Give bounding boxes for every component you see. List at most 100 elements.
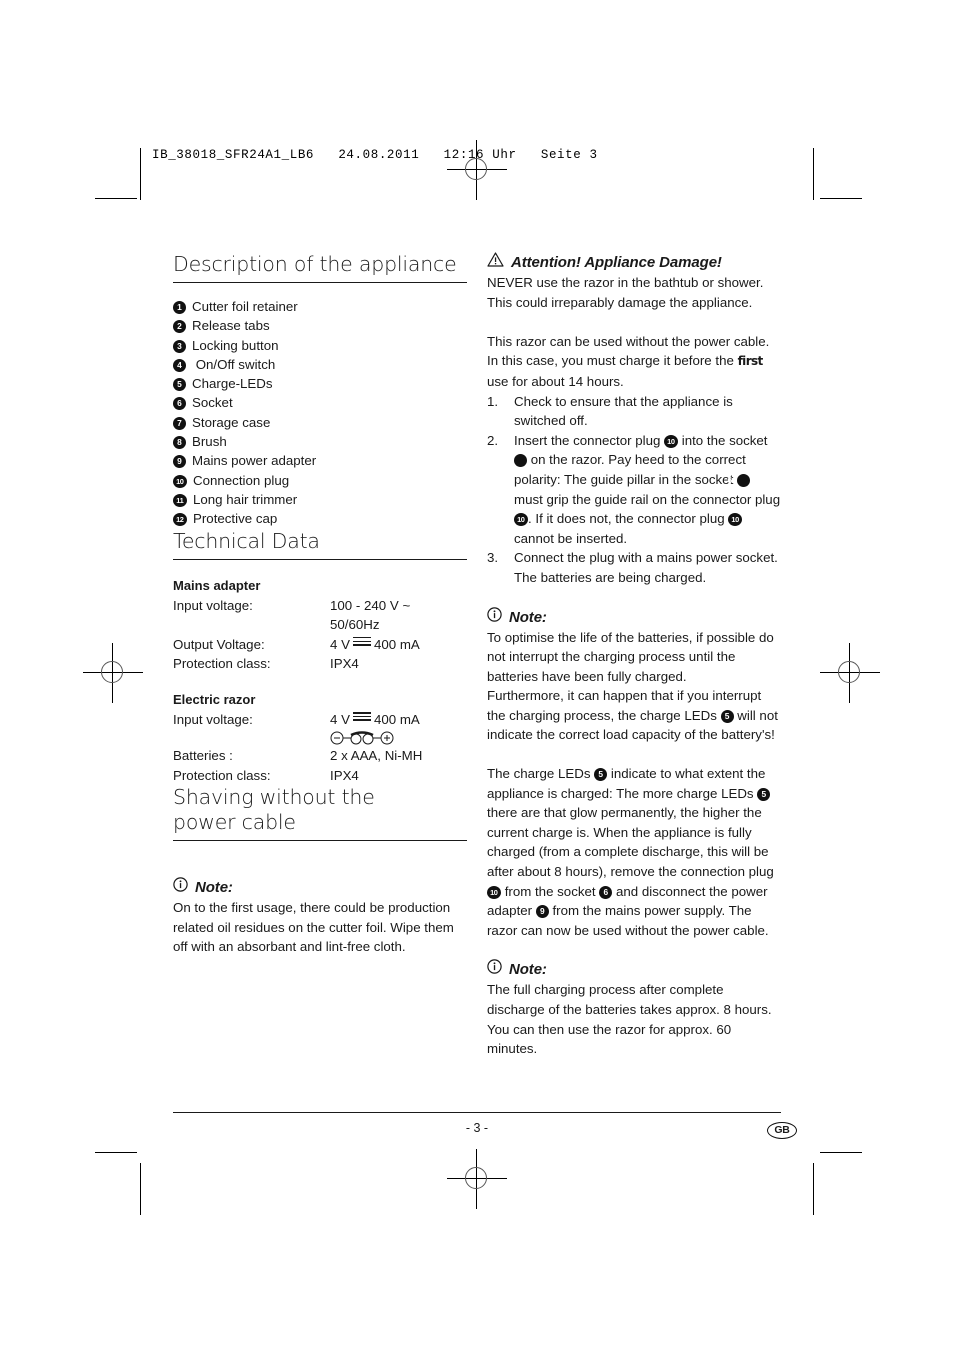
charging-steps-list: 1. Check to ensure that the appliance is … — [487, 392, 781, 588]
step-text-part: on the razor. Pay heed to the correct po… — [514, 452, 746, 487]
part-ref-badge: 6 — [599, 885, 613, 899]
step-text: Connect the plug with a mains power sock… — [514, 550, 778, 585]
list-item: 3 Locking button — [173, 336, 467, 355]
tech-value-voltage: 4 V — [330, 636, 350, 652]
table-row: Input voltage: 4 V 400 mA — [173, 710, 467, 747]
part-ref-badge: 5 — [757, 787, 771, 801]
tech-key: Output Voltage: — [173, 636, 265, 652]
part-label: Long hair trimmer — [193, 491, 298, 507]
note-heading: Note: — [487, 959, 781, 980]
step-number: 3. — [487, 550, 499, 566]
subheading-mains-adapter: Mains adapter — [173, 577, 261, 593]
note1-paragraph-1: To optimise the life of the batteries, i… — [487, 629, 774, 684]
part-ref-badge: 9 — [535, 905, 549, 919]
charge-indicator-paragraph: The charge LEDs 5 indicate to what exten… — [487, 764, 781, 940]
left-column: Description of the appliance 1 Cutter foi… — [173, 252, 467, 957]
part-label: Charge-LEDs — [192, 376, 273, 392]
part-number-badge: 3 — [173, 339, 186, 353]
note1-text-part: Furthermore, it can happen that if you i… — [487, 688, 762, 723]
tech-value: IPX4 — [330, 767, 359, 783]
list-item: 2. Insert the connector plug 10 into the … — [487, 431, 781, 549]
list-item: 7 Storage case — [173, 413, 467, 432]
tech-value: 100 - 240 V ~ 50/60Hz — [330, 596, 467, 635]
step-text-part: . If it does not, the connector plug — [528, 511, 729, 527]
note-body-text: On to the first usage, there could be pr… — [173, 900, 454, 955]
table-row: Output Voltage: 4 V 400 mA — [173, 635, 467, 655]
table-row: Batteries : 2 x AAA, Ni-MH — [173, 746, 467, 766]
note-label: Note: — [509, 961, 547, 979]
heading-technical-data: Technical Data — [173, 529, 467, 560]
list-item: 10 Connection plug — [173, 471, 467, 490]
part-ref-badge: 5 — [720, 709, 734, 723]
tech-value: 2 x AAA, Ni-MH — [330, 748, 423, 764]
part-ref-badge: 5 — [594, 768, 608, 782]
info-circle-icon — [487, 606, 502, 628]
table-row: Protection class: IPX4 — [173, 766, 467, 786]
charge-text-part: from the socket — [501, 883, 600, 899]
part-number-badge: 9 — [173, 455, 186, 469]
part-ref-badge: 10 — [664, 434, 679, 448]
dc-current-icon — [352, 637, 371, 646]
tech-value: 4 V 400 mA — [330, 635, 467, 655]
appliance-parts-list: 1 Cutter foil retainer 2 Release tabs 3 Loc… — [173, 297, 467, 529]
tech-key: Protection class: — [173, 656, 271, 672]
step-text: Check to ensure that the appliance is sw… — [514, 393, 733, 429]
part-number-badge: 2 — [173, 320, 186, 334]
part-label: Protective cap — [193, 511, 278, 527]
part-ref-badge: 10 — [728, 513, 743, 527]
part-number-badge: 1 — [173, 301, 186, 314]
part-ref-badge: 6 — [728, 473, 750, 487]
polarity-symbol-icon — [330, 729, 467, 746]
note1-paragraph-2: Furthermore, it can happen that if you i… — [487, 686, 781, 745]
tech-key: Protection class: — [173, 767, 271, 783]
dc-current-icon — [352, 712, 371, 721]
tech-value-voltage: 4 V — [330, 711, 350, 727]
list-item: 5 Charge-LEDs — [173, 374, 467, 393]
list-item: 8 Brush — [173, 432, 467, 451]
right-column: Attention! Appliance Damage! NEVER use t… — [487, 252, 781, 1059]
heading-shaving-without-power-cable: Shaving without the power cable — [173, 785, 467, 842]
part-number-badge: 10 — [173, 474, 187, 488]
part-label: Locking button — [192, 337, 279, 353]
list-item: 1 Cutter foil retainer — [173, 297, 467, 316]
table-row: Mains adapter — [173, 560, 467, 596]
step-number: 2. — [487, 432, 499, 448]
part-number-badge: 6 — [173, 397, 186, 411]
note2-body-text: The full charging process after complete… — [487, 982, 772, 1057]
info-circle-icon — [487, 959, 502, 980]
subheading-electric-razor: Electric razor — [173, 691, 256, 707]
step-text-part: into the socket — [678, 432, 768, 448]
tech-value-current: 400 mA — [373, 711, 420, 727]
intro-paragraph: This razor can be used without the power… — [487, 332, 781, 392]
list-item: 3. Connect the plug with a mains power so… — [487, 548, 781, 587]
part-ref-badge: 6 — [505, 454, 527, 468]
list-item: 12 Protective cap — [173, 509, 467, 528]
part-label: Storage case — [192, 414, 271, 430]
table-row: Input voltage: 100 - 240 V ~ 50/60Hz — [173, 596, 467, 635]
intro-part-a: This razor can be used without the power… — [487, 333, 770, 369]
footer-divider — [173, 1112, 781, 1114]
table-row: Protection class: IPX4 — [173, 654, 467, 674]
attention-heading: Attention! Appliance Damage! — [487, 252, 781, 273]
part-number-badge: 12 — [173, 513, 187, 527]
page-content: Description of the appliance 1 Cutter foi… — [0, 0, 954, 1351]
charge-text-part: The charge LEDs — [487, 766, 595, 782]
part-ref-badge: 10 — [487, 885, 501, 899]
tech-value-line2: 50/60Hz — [330, 617, 380, 633]
note-label: Note: — [509, 608, 547, 626]
tech-value: IPX4 — [330, 656, 359, 672]
part-number-badge: 8 — [173, 436, 186, 450]
list-item: 6 Socket — [173, 393, 467, 412]
tech-key: Batteries : — [173, 748, 233, 764]
intro-part-b: use for about 14 hours. — [487, 373, 624, 389]
tech-value: 4 V 400 mA — [330, 710, 467, 747]
tech-key: Input voltage: — [173, 597, 253, 613]
part-number-badge: 4 — [173, 358, 186, 372]
list-item: 1. Check to ensure that the appliance is … — [487, 392, 781, 431]
tech-value-current: 400 mA — [373, 636, 420, 652]
attention-label: Attention! Appliance Damage! — [511, 254, 722, 271]
warning-triangle-icon — [487, 252, 504, 273]
part-ref-badge: 10 — [514, 513, 528, 527]
info-circle-icon — [173, 877, 188, 898]
step-text-part: cannot be inserted. — [514, 530, 628, 546]
